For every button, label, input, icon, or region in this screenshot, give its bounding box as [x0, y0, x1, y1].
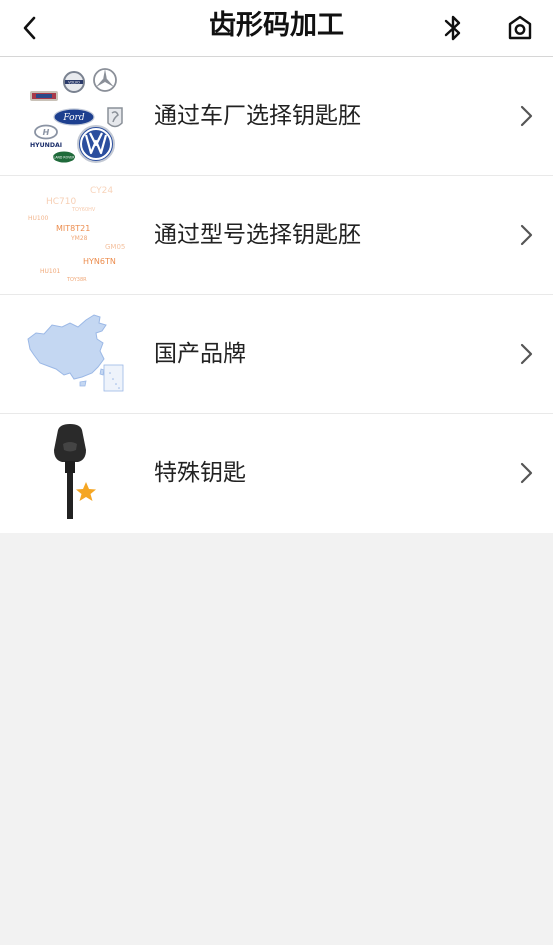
svg-text:VOLVO: VOLVO: [68, 81, 80, 85]
hyundai-logo: H HYUNDAI: [30, 124, 62, 149]
word-cloud-word: GM05: [105, 243, 126, 251]
peugeot-logo: [107, 107, 123, 128]
word-cloud-word: HU101: [40, 268, 61, 275]
menu-item-label: 国产品牌: [154, 341, 246, 367]
menu-item-label: 通过型号选择钥匙胚: [154, 222, 361, 248]
word-cloud-word: YM28: [71, 235, 88, 242]
volvo-logo: VOLVO: [63, 71, 85, 93]
cadillac-logo: [30, 91, 58, 101]
word-cloud-word: CY24: [90, 186, 114, 196]
svg-text:HYUNDAI: HYUNDAI: [30, 142, 62, 149]
menu-item-label: 通过车厂选择钥匙胚: [154, 103, 361, 129]
back-button[interactable]: [10, 0, 50, 56]
camera-home-icon: [508, 15, 532, 40]
chevron-right-icon: [520, 343, 533, 365]
chevron-left-icon: [23, 16, 36, 40]
chevron-right-icon: [520, 224, 533, 246]
chevron-right-icon: [520, 105, 533, 127]
china-map-icon: [27, 314, 124, 392]
bluetooth-icon: [444, 15, 461, 41]
word-cloud-word: HYN6TN: [83, 257, 116, 266]
svg-text:H: H: [43, 128, 50, 137]
svg-text:LAND ROVER: LAND ROVER: [54, 156, 76, 160]
menu-item-by-manufacturer[interactable]: VOLVO Ford H HYUNDAI LAND ROVER 通过车厂选择钥匙…: [0, 57, 553, 176]
menu-item-label: 特殊钥匙: [154, 460, 246, 486]
home-button[interactable]: [498, 0, 542, 56]
page-title: 齿形码加工: [209, 10, 344, 41]
china-map-thumbnail: [24, 303, 128, 405]
volkswagen-logo: [77, 125, 115, 163]
word-cloud-word: HU100: [28, 215, 49, 222]
key-icon: [54, 424, 96, 519]
word-cloud-word: HC710: [46, 197, 77, 207]
car-brand-logos-thumbnail: VOLVO Ford H HYUNDAI LAND ROVER: [24, 65, 128, 167]
empty-content-area: [0, 533, 553, 945]
app-root: 齿形码加工 VOLVO Ford H HYUNDAI LAND ROVER 通过…: [0, 0, 553, 945]
chevron-right-icon: [520, 462, 533, 484]
menu-item-by-model[interactable]: CY24 HC710 TOY60HV HU100 MIT8T21 YM28 GM…: [0, 176, 553, 295]
menu-item-special-keys[interactable]: 特殊钥匙: [0, 414, 553, 533]
word-cloud-word: MIT8T21: [56, 224, 91, 233]
word-cloud: CY24 HC710 TOY60HV HU100 MIT8T21 YM28 GM…: [24, 184, 128, 286]
header-bar: 齿形码加工: [0, 0, 553, 57]
word-cloud-word: TOY60HV: [72, 207, 96, 213]
mercedes-logo: [93, 68, 117, 92]
ford-logo: Ford: [53, 108, 95, 126]
svg-text:Ford: Ford: [62, 113, 84, 123]
land-rover-logo: LAND ROVER: [53, 151, 76, 163]
word-cloud-word: TOY38R: [67, 277, 87, 283]
menu-item-domestic-brands[interactable]: 国产品牌: [0, 295, 553, 414]
key-with-star-thumbnail: [24, 422, 128, 524]
menu-list: VOLVO Ford H HYUNDAI LAND ROVER 通过车厂选择钥匙…: [0, 57, 553, 533]
bluetooth-button[interactable]: [432, 0, 474, 56]
star-icon: [76, 482, 96, 501]
key-model-word-cloud-thumbnail: CY24 HC710 TOY60HV HU100 MIT8T21 YM28 GM…: [24, 184, 128, 286]
